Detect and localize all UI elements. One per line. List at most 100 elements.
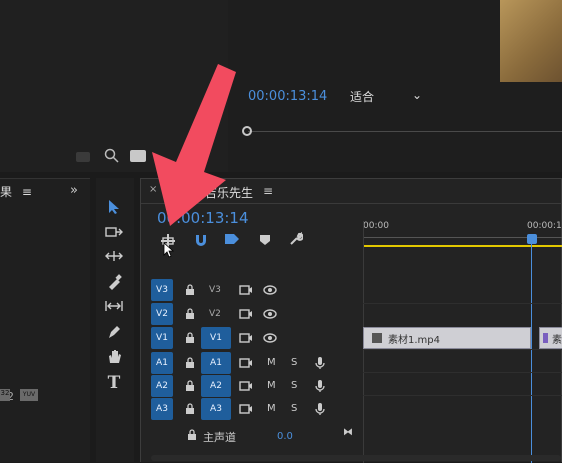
- master-volume-value[interactable]: 0.0: [277, 431, 293, 442]
- playhead-handle[interactable]: [242, 126, 252, 136]
- solo-button[interactable]: S: [291, 357, 297, 368]
- solo-button[interactable]: S: [291, 380, 297, 391]
- fit-dropdown[interactable]: 适合 ⌄: [350, 88, 422, 105]
- selection-arrow-icon: [109, 200, 119, 214]
- program-scrub-bar[interactable]: [242, 124, 562, 140]
- track-header-row: V3 V3: [151, 279, 363, 301]
- mute-button[interactable]: M: [267, 380, 276, 391]
- track-name-v3: V3: [209, 285, 221, 295]
- razor-tool[interactable]: [102, 272, 126, 292]
- panel-menu-icon[interactable]: ≡: [22, 185, 32, 199]
- hand-tool[interactable]: [102, 346, 126, 366]
- linked-selection-icon[interactable]: [224, 232, 240, 249]
- solo-button[interactable]: S: [291, 403, 297, 414]
- ruler-label-end: 00:00:14: [527, 221, 562, 231]
- track-target-a2[interactable]: A2: [201, 375, 231, 397]
- razor-icon: [109, 274, 122, 290]
- master-lock-icon[interactable]: [187, 429, 197, 444]
- effects-tab-label: 果: [0, 185, 13, 199]
- work-area-bar[interactable]: [363, 245, 562, 247]
- track-header-row: V1 V1: [151, 327, 363, 349]
- source-patch-a1[interactable]: A1: [151, 352, 173, 374]
- program-monitor: 00:00:13:14 适合 ⌄: [228, 0, 562, 172]
- microphone-icon[interactable]: [315, 402, 325, 419]
- fx-badge-icon: [372, 333, 382, 343]
- sync-lock-icon[interactable]: [239, 380, 253, 395]
- ripple-edit-icon: [105, 251, 123, 261]
- folder-icon[interactable]: [76, 152, 90, 162]
- microphone-icon[interactable]: [315, 356, 325, 373]
- pen-tool[interactable]: [102, 322, 126, 342]
- type-icon: T: [107, 373, 121, 393]
- track-header-row: A3 A3 M S: [151, 398, 363, 420]
- source-patch-v1[interactable]: V1: [151, 327, 173, 349]
- fx-badge-icon: [543, 333, 548, 343]
- clip-label: 素材1.mp4: [388, 334, 440, 346]
- source-patch-v3[interactable]: V3: [151, 279, 173, 301]
- mouse-cursor-icon: [163, 242, 175, 258]
- program-video-frame: [500, 0, 562, 82]
- eye-icon[interactable]: [263, 309, 277, 322]
- playhead-marker[interactable]: [527, 234, 537, 244]
- expand-panels-icon[interactable]: »: [70, 183, 78, 198]
- sequence-menu-icon[interactable]: ≡: [263, 184, 273, 198]
- track-select-icon: [105, 227, 123, 237]
- sync-lock-icon[interactable]: [239, 332, 253, 347]
- add-marker-icon[interactable]: [259, 234, 271, 249]
- red-pointer-arrow: [152, 64, 236, 226]
- slip-icon: [105, 301, 123, 311]
- mute-button[interactable]: M: [267, 403, 276, 414]
- timeline-scrollbar[interactable]: [151, 455, 561, 461]
- playhead-line: [531, 241, 532, 463]
- snap-magnet-icon[interactable]: [194, 233, 208, 250]
- track-header-row: V2 V2: [151, 303, 363, 325]
- track-lock-icon[interactable]: [185, 284, 195, 299]
- source-patch-a3[interactable]: A3: [151, 398, 173, 420]
- slip-tool[interactable]: [102, 296, 126, 316]
- badge-yuv: YUV: [20, 389, 38, 401]
- eye-icon[interactable]: [263, 285, 277, 298]
- track-header-row: A1 A1 M S: [151, 352, 363, 374]
- track-header-row: A2 A2 M S: [151, 375, 363, 397]
- track-name-v2: V2: [209, 309, 221, 319]
- track-target-a3[interactable]: A3: [201, 398, 231, 420]
- video-clip[interactable]: 素材1.mp4: [363, 327, 531, 349]
- video-clip-2[interactable]: 素: [539, 327, 562, 349]
- tools-panel: T: [96, 178, 134, 462]
- hand-icon: [109, 350, 121, 363]
- clip-2-label: 素: [552, 334, 562, 346]
- track-select-tool[interactable]: [102, 222, 126, 242]
- track-target-a1[interactable]: A1: [201, 352, 231, 374]
- mute-button[interactable]: M: [267, 357, 276, 368]
- wrench-settings-icon[interactable]: [289, 231, 304, 249]
- track-headers: V3 V3 V2 V2 V1 V1 A1 A1 M S A2 A2 M S A3 A3 M S: [151, 279, 363, 424]
- sync-lock-icon[interactable]: [239, 403, 253, 418]
- track-lock-icon[interactable]: [185, 403, 195, 418]
- badge-32: 32: [0, 389, 10, 401]
- source-patch-a2[interactable]: A2: [151, 375, 173, 397]
- track-lock-icon[interactable]: [185, 380, 195, 395]
- chevron-down-icon: ⌄: [412, 88, 423, 102]
- master-track-label: 主声道: [203, 431, 236, 444]
- program-timecode[interactable]: 00:00:13:14: [248, 89, 327, 104]
- sync-lock-icon[interactable]: [239, 308, 253, 323]
- search-icon[interactable]: [104, 148, 120, 167]
- pen-icon: [109, 326, 120, 338]
- type-tool[interactable]: T: [102, 372, 126, 394]
- effects-tab[interactable]: 果 ≡: [0, 183, 32, 200]
- ripple-edit-tool[interactable]: [102, 246, 126, 266]
- sync-lock-icon[interactable]: [239, 284, 253, 299]
- effects-panel: 果 ≡ » 32 32 YUV: [0, 178, 90, 462]
- go-to-end-icon[interactable]: ⧓: [343, 427, 353, 438]
- source-patch-v2[interactable]: V2: [151, 303, 173, 325]
- track-lock-icon[interactable]: [185, 308, 195, 323]
- track-lock-icon[interactable]: [185, 332, 195, 347]
- sync-lock-icon[interactable]: [239, 357, 253, 372]
- fit-dropdown-label: 适合: [350, 90, 375, 104]
- eye-icon[interactable]: [263, 333, 277, 346]
- ruler-label-start: 00:00: [363, 221, 389, 231]
- track-lock-icon[interactable]: [185, 357, 195, 372]
- track-target-v1[interactable]: V1: [201, 327, 231, 349]
- microphone-icon[interactable]: [315, 379, 325, 396]
- selection-tool[interactable]: [102, 196, 126, 218]
